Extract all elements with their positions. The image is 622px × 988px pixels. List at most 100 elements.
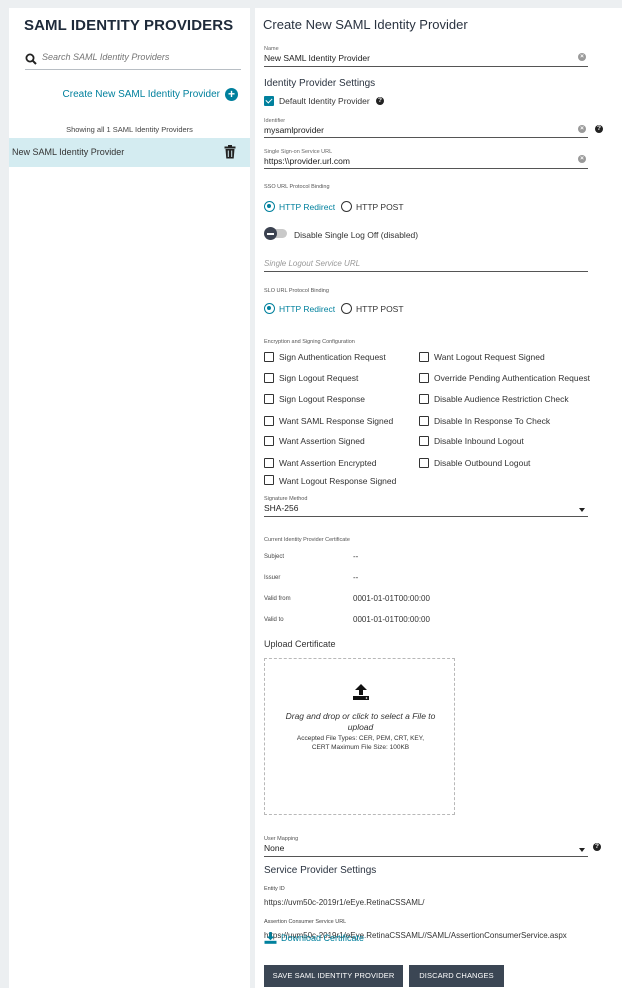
sso-binding-label: SSO URL Protocol Binding (264, 184, 330, 190)
upload-instruction: Drag and drop or click to select a File … (285, 711, 436, 732)
signature-method-select[interactable]: Signature Method SHA-256 (264, 496, 588, 517)
list-item-label: New SAML Identity Provider (12, 147, 125, 157)
checkbox-label: Disable Inbound Logout (434, 436, 524, 446)
help-icon[interactable]: ? (376, 97, 384, 105)
discard-button[interactable]: DISCARD CHANGES (409, 965, 504, 987)
user-mapping-select[interactable]: User Mapping None (264, 836, 588, 857)
idp-section-title: Identity Provider Settings (264, 78, 376, 89)
plus-circle-icon: + (225, 88, 238, 101)
cert-valid-to-key: Valid to (264, 617, 284, 623)
want-logout-request-signed-checkbox[interactable] (419, 352, 429, 362)
checkbox-label: Want Logout Request Signed (434, 352, 545, 362)
cert-issuer-key: Issuer (264, 575, 281, 581)
upload-icon (353, 684, 369, 700)
create-provider-link[interactable]: Create New SAML Identity Provider + (63, 88, 238, 101)
chevron-down-icon (579, 848, 585, 852)
sidebar-title: SAML IDENTITY PROVIDERS (24, 17, 234, 34)
name-field[interactable]: Name New SAML Identity Provider × (264, 46, 588, 67)
checkbox-label: Sign Logout Response (279, 394, 366, 404)
default-idp-label: Default Identity Provider (279, 96, 370, 106)
acs-url-label: Assertion Consumer Service URL (264, 919, 347, 925)
slo-binding-label: SLO URL Protocol Binding (264, 288, 329, 294)
cert-issuer-value: -- (353, 573, 359, 582)
entity-id-label: Entity ID (264, 886, 285, 892)
sign-auth-request-checkbox[interactable] (264, 352, 274, 362)
sign-logout-request-checkbox[interactable] (264, 373, 274, 383)
chevron-down-icon (579, 508, 585, 512)
cert-valid-to-value: 0001-01-01T00:00:00 (353, 615, 430, 624)
single-logoff-label: Disable Single Log Off (disabled) (294, 230, 419, 240)
disable-outbound-logout-checkbox[interactable] (419, 458, 429, 468)
search-icon (25, 53, 37, 65)
disable-audience-check-checkbox[interactable] (419, 394, 429, 404)
search-input[interactable] (42, 52, 237, 62)
search-box[interactable] (25, 52, 241, 70)
upload-dropzone[interactable]: Drag and drop or click to select a File … (264, 658, 455, 815)
create-provider-label: Create New SAML Identity Provider (62, 89, 220, 100)
want-logout-response-signed-checkbox[interactable] (264, 475, 274, 485)
save-button[interactable]: SAVE SAML IDENTITY PROVIDER (264, 965, 403, 987)
cert-subject-value: -- (353, 552, 359, 561)
checkbox-label: Want Assertion Signed (279, 436, 365, 446)
minus-icon (264, 227, 277, 240)
checkbox-label: Want Logout Response Signed (279, 476, 397, 486)
showing-count: Showing all 1 SAML Identity Providers (66, 125, 193, 134)
sso-redirect-label: HTTP Redirect (279, 202, 336, 212)
certificate-label: Current Identity Provider Certificate (264, 537, 350, 543)
slo-url-placeholder: Single Logout Service URL (264, 259, 361, 268)
want-assertion-signed-checkbox[interactable] (264, 436, 274, 446)
checkbox-label: Disable Audience Restriction Check (434, 394, 569, 404)
name-value: New SAML Identity Provider (264, 53, 370, 63)
slo-redirect-radio[interactable] (264, 303, 275, 314)
help-icon[interactable]: ? (595, 125, 603, 133)
sidebar: SAML IDENTITY PROVIDERS Create New SAML … (9, 8, 250, 988)
checkbox-label: Want SAML Response Signed (279, 416, 394, 426)
disable-in-response-check-checkbox[interactable] (419, 416, 429, 426)
clear-icon[interactable]: × (578, 53, 586, 61)
sso-url-field[interactable]: Single Sign-on Service URL https:\\provi… (264, 149, 588, 169)
sp-section-title: Service Provider Settings (264, 865, 377, 876)
sso-url-label: Single Sign-on Service URL (264, 149, 333, 155)
clear-icon[interactable]: × (578, 155, 586, 163)
slo-redirect-label: HTTP Redirect (279, 304, 336, 314)
single-logoff-toggle[interactable] (264, 227, 288, 240)
sso-redirect-radio[interactable] (264, 201, 275, 212)
default-idp-checkbox[interactable] (264, 96, 274, 106)
sso-post-label: HTTP POST (356, 202, 404, 212)
main-panel: Create New SAML Identity Provider Name N… (255, 8, 622, 988)
checkbox-label: Disable In Response To Check (434, 416, 551, 426)
download-certificate-label: Download Certificate (281, 933, 365, 943)
download-certificate-link[interactable]: Download Certificate (264, 932, 364, 944)
want-assertion-encrypted-checkbox[interactable] (264, 458, 274, 468)
identifier-field[interactable]: Identifier mysamlprovider × (264, 118, 588, 138)
user-mapping-value: None (264, 843, 285, 853)
download-icon (264, 932, 277, 944)
cert-valid-from-value: 0001-01-01T00:00:00 (353, 594, 430, 603)
checkbox-label: Sign Logout Request (279, 373, 359, 383)
list-item-provider[interactable]: New SAML Identity Provider (9, 138, 250, 167)
slo-url-field[interactable]: Single Logout Service URL (264, 259, 588, 272)
entity-id-value: https://uvm50c-2019r1/eEye.RetinaCSSAML/ (264, 898, 425, 907)
checkbox-label: Disable Outbound Logout (434, 458, 531, 468)
identifier-label: Identifier (264, 118, 286, 124)
identifier-value: mysamlprovider (264, 125, 324, 135)
want-saml-response-signed-checkbox[interactable] (264, 416, 274, 426)
name-label: Name (264, 46, 279, 52)
slo-post-radio[interactable] (341, 303, 352, 314)
sign-logout-response-checkbox[interactable] (264, 394, 274, 404)
help-icon[interactable]: ? (593, 843, 601, 851)
override-pending-auth-checkbox[interactable] (419, 373, 429, 383)
user-mapping-label: User Mapping (264, 836, 299, 842)
clear-icon[interactable]: × (578, 125, 586, 133)
upload-accepted-types: Accepted File Types: CER, PEM, CRT, KEY,… (296, 735, 425, 751)
sso-url-value: https:\\provider.url.com (264, 156, 350, 166)
signature-method-value: SHA-256 (264, 503, 299, 513)
trash-icon[interactable] (224, 145, 236, 159)
disable-inbound-logout-checkbox[interactable] (419, 436, 429, 446)
cert-valid-from-key: Valid from (264, 596, 291, 602)
signature-method-label: Signature Method (264, 496, 308, 502)
upload-title: Upload Certificate (264, 639, 336, 649)
checkbox-label: Sign Authentication Request (279, 352, 386, 362)
sso-post-radio[interactable] (341, 201, 352, 212)
checkbox-label: Want Assertion Encrypted (279, 458, 377, 468)
